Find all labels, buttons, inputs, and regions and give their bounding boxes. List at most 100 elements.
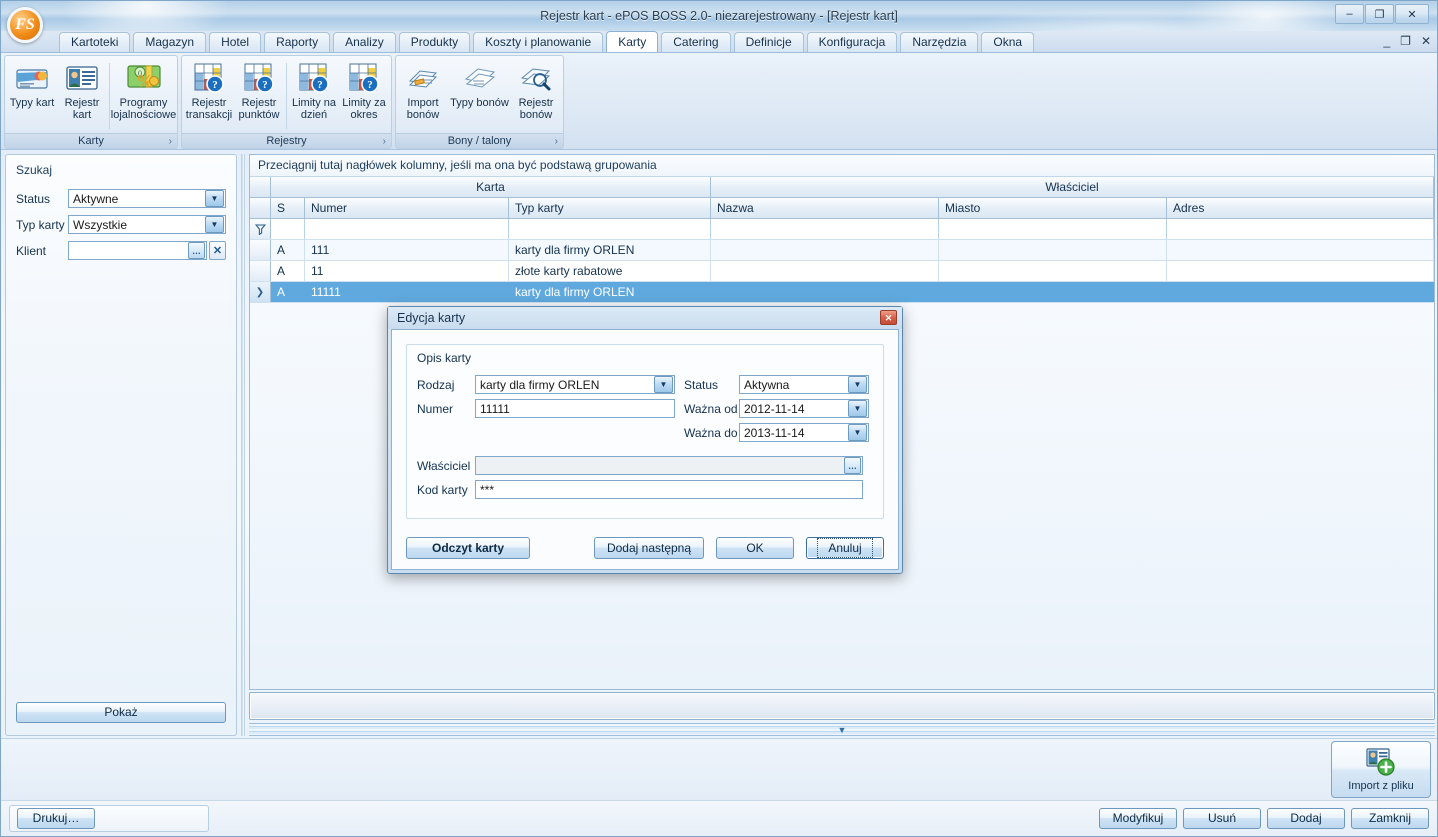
horizontal-splitter[interactable]: ▼	[249, 723, 1435, 736]
chevron-down-icon[interactable]: ▼	[654, 376, 673, 393]
cancel-button[interactable]: Anuluj	[806, 537, 884, 559]
collapse-arrow-icon[interactable]: ▼	[838, 726, 847, 735]
tab-definicje[interactable]: Definicje	[733, 32, 804, 52]
kod-karty-input[interactable]: ***	[475, 480, 863, 499]
ribbon-item-rejestr-kart[interactable]: Rejestr kart	[57, 59, 107, 133]
tab-konfiguracja[interactable]: Konfiguracja	[806, 32, 898, 52]
browse-icon[interactable]: …	[188, 242, 205, 259]
wlasciciel-input[interactable]: …	[475, 456, 863, 475]
rodzaj-combo[interactable]: karty dla firmy ORLEN ▼	[475, 375, 675, 394]
vertical-splitter[interactable]	[237, 154, 249, 736]
ribbon-item-label: Limity za okres	[342, 97, 386, 121]
table-row[interactable]: A 111 karty dla firmy ORLEN	[250, 240, 1434, 261]
chevron-right-icon[interactable]: ›	[169, 134, 172, 149]
chevron-right-icon[interactable]: ›	[383, 134, 386, 149]
tab-catering[interactable]: Catering	[661, 32, 731, 52]
tab-analizy[interactable]: Analizy	[333, 32, 396, 52]
filter-funnel-icon[interactable]	[250, 219, 271, 239]
app-logo[interactable]: FS	[7, 7, 43, 43]
bottom-action-strip: Import z pliku	[1, 738, 1437, 800]
tab-kartoteki[interactable]: Kartoteki	[59, 32, 131, 52]
cell-adres	[1167, 282, 1434, 302]
add-next-button[interactable]: Dodaj następną	[594, 537, 704, 559]
card-type-combo[interactable]: Wszystkie ▼	[68, 215, 226, 234]
mdi-restore-icon[interactable]: ❐	[1400, 34, 1411, 48]
chevron-down-icon[interactable]: ▼	[205, 216, 224, 233]
grid-col-adres[interactable]: Adres	[1167, 198, 1434, 218]
mdi-window-controls: _ ❐ ✕	[1383, 34, 1431, 48]
minimize-icon[interactable]: –	[1335, 4, 1364, 24]
filter-cell-typ[interactable]	[509, 219, 711, 239]
chevron-down-icon[interactable]: ▼	[848, 376, 867, 393]
clear-icon[interactable]: ✕	[209, 241, 226, 260]
chevron-right-icon[interactable]: ›	[555, 134, 558, 149]
row-indicator	[250, 261, 271, 281]
grid-col-s[interactable]: S	[271, 198, 305, 218]
ribbon-item-programy-lojalnosciowe[interactable]: 0 % Programy lojalnościowe	[111, 59, 176, 133]
cell-nazwa	[711, 240, 939, 260]
card-register-icon	[65, 61, 99, 95]
filter-cell-miasto[interactable]	[939, 219, 1167, 239]
cell-adres	[1167, 240, 1434, 260]
print-button[interactable]: Drukuj…	[17, 808, 95, 829]
ok-button[interactable]: OK	[716, 537, 794, 559]
tab-raporty[interactable]: Raporty	[264, 32, 331, 52]
show-button[interactable]: Pokaż	[16, 702, 226, 723]
cell-adres	[1167, 261, 1434, 281]
tab-produkty[interactable]: Produkty	[398, 32, 471, 52]
filter-cell-s[interactable]	[271, 219, 305, 239]
ribbon-item-limity-za-okres[interactable]: ? Limity za okres	[339, 59, 389, 133]
status-combo[interactable]: Aktywna ▼	[739, 375, 869, 394]
wazna-od-datepicker[interactable]: 2012-11-14 ▼	[739, 399, 869, 418]
add-button[interactable]: Dodaj	[1267, 808, 1345, 829]
tab-karty[interactable]: Karty	[606, 31, 659, 52]
table-row[interactable]: ❯ A 11111 karty dla firmy ORLEN	[250, 282, 1434, 303]
ribbon-item-label: Rejestr punktów	[238, 97, 280, 121]
grid-band-wlasciciel[interactable]: Właściciel	[711, 177, 1434, 197]
ribbon-item-label: Typy bonów	[450, 97, 509, 109]
grid-col-nazwa[interactable]: Nazwa	[711, 198, 939, 218]
wazna-do-datepicker[interactable]: 2013-11-14 ▼	[739, 423, 869, 442]
dialog-title-bar: Edycja karty ✕	[388, 307, 902, 329]
mdi-minimize-icon[interactable]: _	[1383, 34, 1390, 48]
numer-input[interactable]: 11111	[475, 399, 675, 418]
chevron-down-icon[interactable]: ▼	[848, 400, 867, 417]
modify-button[interactable]: Modyfikuj	[1099, 808, 1177, 829]
filter-cell-nazwa[interactable]	[711, 219, 939, 239]
ribbon-item-rejestr-punktow[interactable]: ? Rejestr punktów	[234, 59, 284, 133]
mdi-close-icon[interactable]: ✕	[1421, 34, 1431, 48]
chevron-down-icon[interactable]: ▼	[205, 190, 224, 207]
ribbon-item-rejestr-transakcji[interactable]: ? Rejestr transakcji	[184, 59, 234, 133]
ribbon-item-import-bonow[interactable]: Import bonów	[398, 59, 448, 133]
browse-icon[interactable]: …	[844, 457, 861, 474]
filter-cell-adres[interactable]	[1167, 219, 1434, 239]
tab-hotel[interactable]: Hotel	[209, 32, 262, 52]
grid-col-numer[interactable]: Numer	[305, 198, 509, 218]
tab-magazyn[interactable]: Magazyn	[133, 32, 207, 52]
ribbon-item-limity-na-dzien[interactable]: ? Limity na dzień	[289, 59, 339, 133]
read-card-button[interactable]: Odczyt karty	[406, 537, 530, 559]
close-button[interactable]: Zamknij	[1351, 808, 1429, 829]
grid-col-miasto[interactable]: Miasto	[939, 198, 1167, 218]
delete-button[interactable]: Usuń	[1183, 808, 1261, 829]
client-input[interactable]: …	[68, 241, 207, 260]
tab-koszty-i-planowanie[interactable]: Koszty i planowanie	[473, 32, 604, 52]
grid-band-karta[interactable]: Karta	[271, 177, 711, 197]
filter-cell-numer[interactable]	[305, 219, 509, 239]
ribbon-item-rejestr-bonow[interactable]: Rejestr bonów	[511, 59, 561, 133]
import-from-file-button[interactable]: Import z pliku	[1331, 741, 1431, 798]
restore-icon[interactable]: ❐	[1365, 4, 1394, 24]
dialog-close-icon[interactable]: ✕	[880, 310, 897, 325]
ribbon-item-typy-bonow[interactable]: Typy bonów	[448, 59, 511, 133]
group-by-hint[interactable]: Przeciągnij tutaj nagłówek kolumny, jeśl…	[250, 155, 1434, 177]
tab-narzedzia[interactable]: Narzędzia	[900, 32, 979, 52]
grid-band-corner	[250, 177, 271, 197]
close-icon[interactable]: ✕	[1395, 4, 1429, 24]
dialog-row-numer-wazna-od: Numer 11111 Ważna od 2012-11-14 ▼	[417, 399, 873, 418]
ribbon-item-typy-kart[interactable]: Typy kart	[7, 59, 57, 133]
tab-okna[interactable]: Okna	[981, 32, 1035, 52]
grid-col-typ-karty[interactable]: Typ karty	[509, 198, 711, 218]
table-row[interactable]: A 11 złote karty rabatowe	[250, 261, 1434, 282]
chevron-down-icon[interactable]: ▼	[848, 424, 867, 441]
status-combo[interactable]: Aktywne ▼	[68, 189, 226, 208]
